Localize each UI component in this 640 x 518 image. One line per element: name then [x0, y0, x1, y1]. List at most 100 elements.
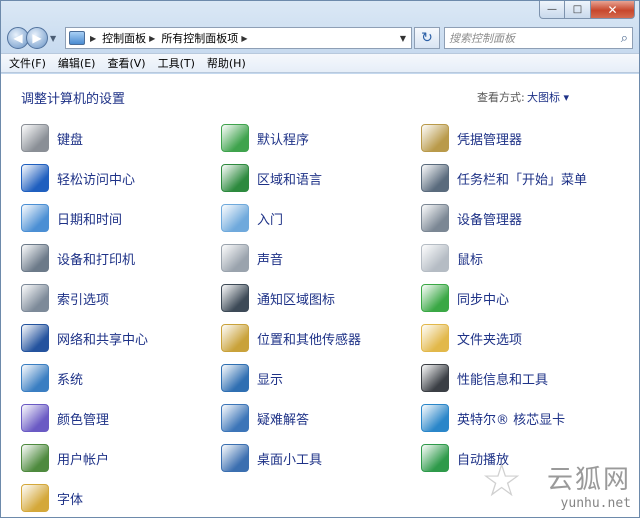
control-panel-item[interactable]: 用户帐户: [21, 438, 221, 478]
control-panel-item-label: 桌面小工具: [257, 452, 323, 468]
menu-tools[interactable]: 工具(T): [158, 55, 195, 71]
folder-options-icon: [421, 324, 449, 352]
control-panel-window: — □ ✕ ◀ ▶ ▼ ▶ 控制面板 ▶ 所有控制面板项 ▶ ▼ ↻ ⌕ 文件(…: [0, 0, 640, 518]
chevron-right-icon[interactable]: ▶: [241, 34, 247, 43]
chevron-right-icon[interactable]: ▶: [149, 34, 155, 43]
control-panel-items: 键盘 默认程序 凭据管理器 轻松访问中心 区域和语言 任务栏和「开始」菜单 日期和时间 入门设…: [21, 118, 621, 518]
control-panel-item[interactable]: 区域和语言: [221, 158, 421, 198]
control-panel-item-label: 颜色管理: [57, 412, 110, 428]
control-panel-item[interactable]: 位置和其他传感器: [221, 318, 421, 358]
control-panel-item-label: 位置和其他传感器: [257, 332, 362, 348]
address-bar[interactable]: ▶ 控制面板 ▶ 所有控制面板项 ▶ ▼: [65, 27, 412, 49]
page-title: 调整计算机的设置: [21, 92, 126, 107]
control-panel-item[interactable]: 键盘: [21, 118, 221, 158]
watermark-url: yunhu.net: [560, 496, 631, 511]
control-panel-item[interactable]: 疑难解答: [221, 398, 421, 438]
control-panel-item-label: 通知区域图标: [257, 292, 336, 308]
keyboard-icon: [21, 124, 49, 152]
watermark-text: 云狐网: [546, 465, 631, 495]
control-panel-item-label: 字体: [57, 492, 84, 508]
forward-button[interactable]: ▶: [26, 27, 48, 49]
control-panel-item-label: 文件夹选项: [457, 332, 523, 348]
view-by-label: 查看方式:: [477, 91, 525, 104]
control-panel-item[interactable]: 显示: [221, 358, 421, 398]
control-panel-item[interactable]: 鼠标: [421, 238, 621, 278]
notification-area-icon: [221, 284, 249, 312]
menu-view[interactable]: 查看(V): [107, 55, 145, 71]
control-panel-item[interactable]: 设备管理器: [421, 198, 621, 238]
chevron-right-icon[interactable]: ▶: [90, 34, 96, 43]
view-by-dropdown[interactable]: 大图标 ▾: [527, 89, 569, 105]
control-panel-item[interactable]: 凭据管理器: [421, 118, 621, 158]
search-icon[interactable]: ⌕: [621, 31, 628, 46]
taskbar-icon: [421, 164, 449, 192]
performance-icon: [421, 364, 449, 392]
control-panel-item[interactable]: 同步中心: [421, 278, 621, 318]
content-area: 调整计算机的设置 查看方式: 大图标 ▾ 键盘 默认程序 凭据管理器轻松访问中心 区域…: [1, 74, 639, 517]
device-manager-icon: [421, 204, 449, 232]
control-panel-item[interactable]: 索引选项: [21, 278, 221, 318]
network-sharing-icon: [21, 324, 49, 352]
search-box[interactable]: ⌕: [444, 27, 633, 49]
breadcrumb-all-items[interactable]: 所有控制面板项: [161, 30, 238, 46]
date-time-icon: [21, 204, 49, 232]
navigation-row: ◀ ▶ ▼ ▶ 控制面板 ▶ 所有控制面板项 ▶ ▼ ↻ ⌕: [7, 25, 633, 51]
control-panel-item[interactable]: 文件夹选项: [421, 318, 621, 358]
control-panel-item-label: 任务栏和「开始」菜单: [457, 172, 588, 188]
control-panel-item[interactable]: 轻松访问中心: [21, 158, 221, 198]
close-button[interactable]: ✕: [591, 1, 635, 19]
minimize-button[interactable]: —: [539, 1, 565, 19]
menu-file[interactable]: 文件(F): [9, 55, 46, 71]
control-panel-item[interactable]: 字体: [21, 478, 221, 518]
intel-graphics-icon: [421, 404, 449, 432]
control-panel-item-label: 声音: [257, 252, 284, 268]
indexing-options-icon: [21, 284, 49, 312]
address-dropdown-icon[interactable]: ▼: [395, 34, 411, 43]
user-accounts-icon: [21, 444, 49, 472]
control-panel-item-label: 凭据管理器: [457, 132, 523, 148]
control-panel-item[interactable]: 入门: [221, 198, 421, 238]
control-panel-item[interactable]: 设备和打印机: [21, 238, 221, 278]
menu-bar: 文件(F) 编辑(E) 查看(V) 工具(T) 帮助(H): [1, 53, 639, 73]
menu-help[interactable]: 帮助(H): [207, 55, 246, 71]
mouse-icon: [421, 244, 449, 272]
control-panel-item-label: 默认程序: [257, 132, 310, 148]
menu-edit[interactable]: 编辑(E): [58, 55, 96, 71]
control-panel-item[interactable]: 通知区域图标: [221, 278, 421, 318]
control-panel-item[interactable]: 日期和时间: [21, 198, 221, 238]
control-panel-item[interactable]: 桌面小工具: [221, 438, 421, 478]
control-panel-item-label: 网络和共享中心: [57, 332, 149, 348]
control-panel-item-label: 系统: [57, 372, 84, 388]
control-panel-item[interactable]: 任务栏和「开始」菜单: [421, 158, 621, 198]
maximize-button[interactable]: □: [565, 1, 591, 19]
control-panel-item-label: 设备和打印机: [57, 252, 136, 268]
control-panel-item[interactable]: 声音: [221, 238, 421, 278]
troubleshooting-icon: [221, 404, 249, 432]
recent-pages-dropdown[interactable]: ▼: [50, 34, 62, 43]
control-panel-item[interactable]: 性能信息和工具: [421, 358, 621, 398]
control-panel-item-label: 设备管理器: [457, 212, 523, 228]
control-panel-item[interactable]: 系统: [21, 358, 221, 398]
credential-manager-icon: [421, 124, 449, 152]
caption-buttons: — □ ✕: [539, 1, 635, 19]
control-panel-item-label: 轻松访问中心: [57, 172, 136, 188]
sound-icon: [221, 244, 249, 272]
control-panel-item[interactable]: 默认程序: [221, 118, 421, 158]
star-icon: ☆: [481, 453, 523, 507]
control-panel-item-label: 区域和语言: [257, 172, 323, 188]
search-input[interactable]: [449, 31, 621, 45]
watermark: ☆ 云狐网 yunhu.net: [481, 453, 631, 511]
refresh-button[interactable]: ↻: [414, 27, 440, 49]
control-panel-item[interactable]: 英特尔® 核芯显卡: [421, 398, 621, 438]
breadcrumb-control-panel[interactable]: 控制面板: [102, 30, 146, 46]
control-panel-item-label: 性能信息和工具: [457, 372, 549, 388]
control-panel-item[interactable]: 网络和共享中心: [21, 318, 221, 358]
default-programs-icon: [221, 124, 249, 152]
control-panel-item-label: 键盘: [57, 132, 84, 148]
desktop-gadgets-icon: [221, 444, 249, 472]
control-panel-item-label: 英特尔® 核芯显卡: [457, 412, 566, 428]
system-icon: [21, 364, 49, 392]
control-panel-item[interactable]: 颜色管理: [21, 398, 221, 438]
control-panel-item-label: 索引选项: [57, 292, 110, 308]
control-panel-icon: [69, 31, 85, 45]
